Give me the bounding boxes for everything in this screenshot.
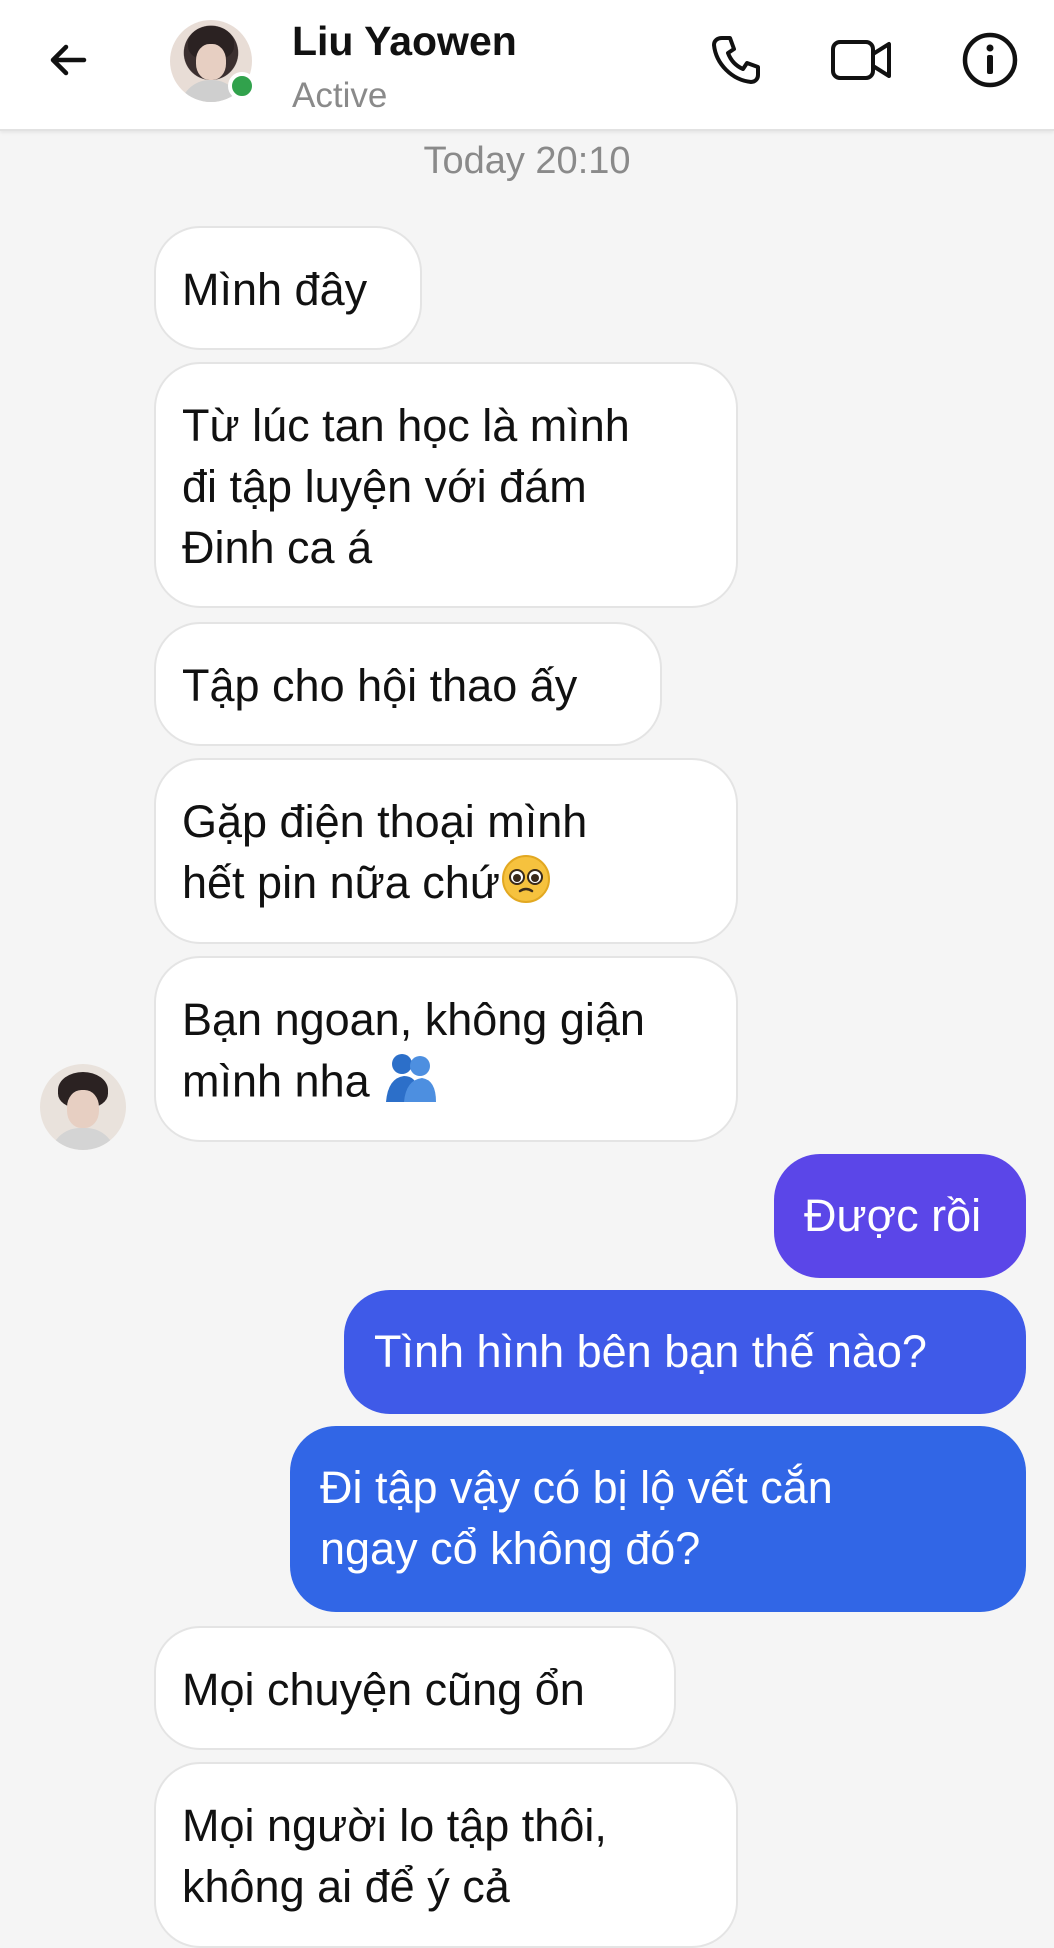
- message-text: không ai để ý cả: [182, 1861, 510, 1912]
- incoming-message[interactable]: Mọi người lo tập thôi, không ai để ý cả: [154, 1762, 738, 1948]
- message-text: đi tập luyện với đám: [182, 461, 587, 512]
- people-hugging-emoji: [382, 1050, 440, 1119]
- info-button[interactable]: [956, 28, 1024, 96]
- incoming-message[interactable]: Bạn ngoan, không giận mình nha: [154, 956, 738, 1142]
- call-button[interactable]: [702, 28, 770, 96]
- phone-icon: [708, 32, 764, 93]
- chat-header: Liu Yaowen Active: [0, 0, 1054, 131]
- contact-avatar[interactable]: [170, 20, 256, 102]
- incoming-message[interactable]: Mình đây: [154, 226, 422, 350]
- incoming-message[interactable]: Tập cho hội thao ấy: [154, 622, 662, 746]
- message-text: Tình hình bên bạn thế nào?: [374, 1326, 927, 1377]
- message-line: mình nha: [182, 1050, 710, 1119]
- back-button[interactable]: [36, 30, 100, 94]
- message-text: Từ lúc tan học là mình: [182, 400, 630, 451]
- message-text: Mọi chuyện cũng ổn: [182, 1664, 585, 1715]
- timestamp: Today 20:10: [423, 140, 631, 182]
- message-text: hết pin nữa chứ: [182, 857, 500, 908]
- message-text: Đi tập vậy có bị lộ vết cắn: [320, 1462, 833, 1513]
- back-arrow-icon: [44, 36, 92, 89]
- pleading-face-emoji: [500, 853, 552, 920]
- message-line: hết pin nữa chứ: [182, 852, 710, 920]
- message-text: Bạn ngoan, không giận: [182, 994, 645, 1045]
- incoming-message[interactable]: Mọi chuyện cũng ổn: [154, 1626, 676, 1750]
- online-status-dot: [228, 72, 256, 100]
- message-text: Mọi người lo tập thôi,: [182, 1800, 607, 1851]
- message-text: Tập cho hội thao ấy: [182, 660, 578, 711]
- video-camera-icon: [829, 32, 895, 93]
- sender-avatar[interactable]: [40, 1064, 126, 1150]
- outgoing-message[interactable]: Được rồi: [774, 1154, 1026, 1278]
- incoming-message[interactable]: Từ lúc tan học là mình đi tập luyện với …: [154, 362, 738, 608]
- contact-status: Active: [292, 76, 388, 115]
- outgoing-message[interactable]: Đi tập vậy có bị lộ vết cắn ngay cổ khôn…: [290, 1426, 1026, 1612]
- message-text: mình nha: [182, 1055, 370, 1107]
- video-call-button[interactable]: [828, 28, 896, 96]
- info-icon: [960, 30, 1020, 95]
- message-text: ngay cổ không đó?: [320, 1523, 701, 1574]
- message-text: Mình đây: [182, 264, 368, 315]
- message-text: Được rồi: [804, 1190, 982, 1241]
- message-text: Gặp điện thoại mình: [182, 796, 588, 847]
- incoming-message[interactable]: Gặp điện thoại mình hết pin nữa chứ: [154, 758, 738, 944]
- outgoing-message[interactable]: Tình hình bên bạn thế nào?: [344, 1290, 1026, 1414]
- message-text: Đinh ca á: [182, 522, 373, 573]
- contact-name[interactable]: Liu Yaowen: [292, 18, 517, 65]
